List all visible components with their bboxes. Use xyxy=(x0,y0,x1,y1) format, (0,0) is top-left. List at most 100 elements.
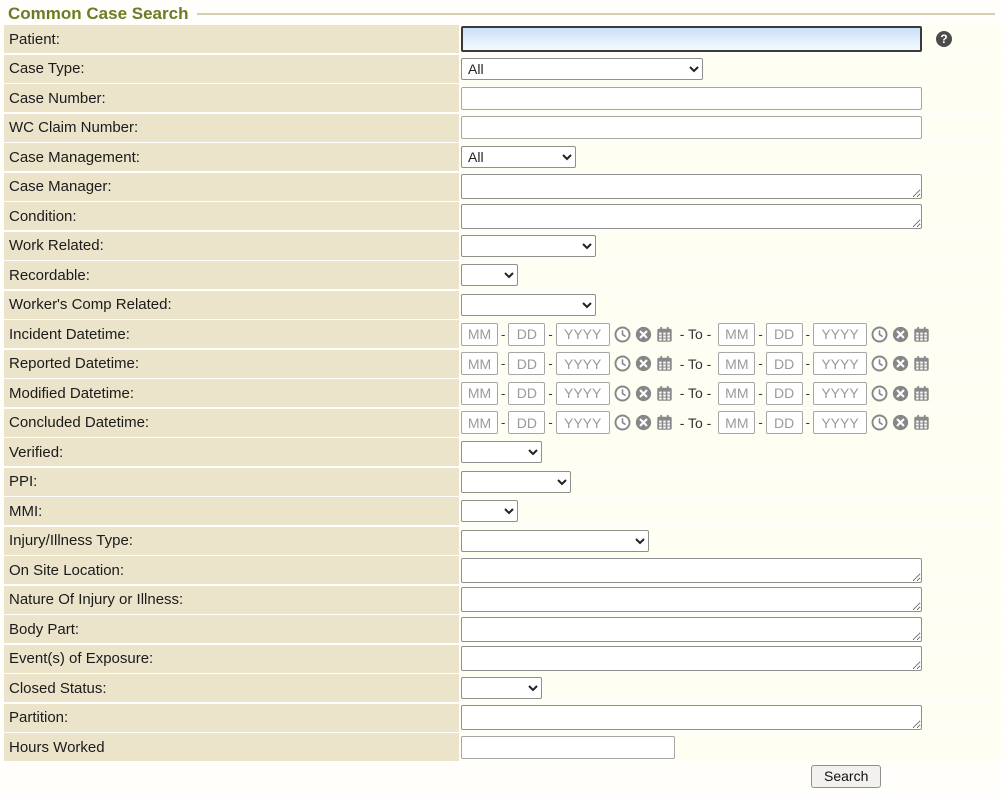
clear-icon[interactable] xyxy=(892,326,909,343)
nature-of-injury-textarea[interactable] xyxy=(461,587,922,612)
field-cell: - - - To - - - xyxy=(461,350,1001,378)
year-input[interactable] xyxy=(813,323,867,346)
field-label: Verified: xyxy=(4,438,459,466)
month-input[interactable] xyxy=(461,323,498,346)
clear-icon[interactable] xyxy=(635,326,652,343)
field-label: Recordable: xyxy=(4,261,459,289)
day-input[interactable] xyxy=(508,323,545,346)
clock-icon[interactable] xyxy=(871,355,888,372)
form-row-recordable: Recordable: xyxy=(4,261,1001,289)
field-label: Hours Worked xyxy=(4,733,459,761)
month-input[interactable] xyxy=(461,352,498,375)
calendar-icon[interactable] xyxy=(913,355,930,372)
incident-datetime-to: - - xyxy=(718,323,930,346)
year-input[interactable] xyxy=(556,382,610,405)
calendar-icon[interactable] xyxy=(656,414,673,431)
calendar-icon[interactable] xyxy=(913,326,930,343)
field-label: Closed Status: xyxy=(4,674,459,702)
field-label: Condition: xyxy=(4,202,459,230)
field-cell xyxy=(461,645,1001,673)
case-number-input[interactable] xyxy=(461,87,922,110)
partition-textarea[interactable] xyxy=(461,705,922,730)
condition-textarea[interactable] xyxy=(461,204,922,229)
concluded-datetime-from: - - xyxy=(461,411,673,434)
recordable-select[interactable] xyxy=(461,264,518,286)
day-input[interactable] xyxy=(766,352,803,375)
year-input[interactable] xyxy=(556,352,610,375)
month-input[interactable] xyxy=(718,352,755,375)
events-of-exposure-textarea[interactable] xyxy=(461,646,922,671)
year-input[interactable] xyxy=(813,352,867,375)
field-cell xyxy=(461,173,1001,201)
calendar-icon[interactable] xyxy=(656,355,673,372)
field-label: Injury/Illness Type: xyxy=(4,527,459,555)
clock-icon[interactable] xyxy=(871,385,888,402)
patient-input[interactable] xyxy=(461,26,922,52)
clear-icon[interactable] xyxy=(635,414,652,431)
year-input[interactable] xyxy=(556,323,610,346)
form-row-modified-datetime: Modified Datetime: - - - To - - - xyxy=(4,379,1001,407)
day-input[interactable] xyxy=(508,382,545,405)
month-input[interactable] xyxy=(718,411,755,434)
page-title: Common Case Search xyxy=(8,4,188,24)
field-label: Concluded Datetime: xyxy=(4,409,459,437)
field-label: Body Part: xyxy=(4,615,459,643)
case-management-select[interactable]: All xyxy=(461,146,576,168)
month-input[interactable] xyxy=(718,323,755,346)
month-input[interactable] xyxy=(718,382,755,405)
body-part-textarea[interactable] xyxy=(461,617,922,642)
day-input[interactable] xyxy=(766,411,803,434)
clock-icon[interactable] xyxy=(614,385,631,402)
year-input[interactable] xyxy=(556,411,610,434)
verified-select[interactable] xyxy=(461,441,542,463)
field-label: WC Claim Number: xyxy=(4,114,459,142)
section-header: Common Case Search xyxy=(0,0,1001,25)
clear-icon[interactable] xyxy=(635,385,652,402)
field-label: On Site Location: xyxy=(4,556,459,584)
workers-comp-related-select[interactable] xyxy=(461,294,596,316)
calendar-icon[interactable] xyxy=(913,414,930,431)
calendar-icon[interactable] xyxy=(656,385,673,402)
clear-icon[interactable] xyxy=(635,355,652,372)
injury-illness-type-select[interactable] xyxy=(461,530,649,552)
day-input[interactable] xyxy=(508,411,545,434)
work-related-select[interactable] xyxy=(461,235,596,257)
form-row-partition: Partition: xyxy=(4,704,1001,732)
date-dash: - xyxy=(758,415,762,430)
case-type-select[interactable]: All xyxy=(461,58,703,80)
clear-icon[interactable] xyxy=(892,355,909,372)
day-input[interactable] xyxy=(766,382,803,405)
calendar-icon[interactable] xyxy=(913,385,930,402)
field-cell xyxy=(461,556,1001,584)
day-input[interactable] xyxy=(508,352,545,375)
on-site-location-textarea[interactable] xyxy=(461,558,922,583)
day-input[interactable] xyxy=(766,323,803,346)
hours-worked-input[interactable] xyxy=(461,736,675,759)
field-label: PPI: xyxy=(4,468,459,496)
wc-claim-number-input[interactable] xyxy=(461,116,922,139)
clock-icon[interactable] xyxy=(871,326,888,343)
year-input[interactable] xyxy=(813,411,867,434)
search-button[interactable]: Search xyxy=(811,765,881,788)
year-input[interactable] xyxy=(813,382,867,405)
clear-icon[interactable] xyxy=(892,385,909,402)
case-manager-textarea[interactable] xyxy=(461,174,922,199)
help-icon[interactable]: ? xyxy=(936,31,952,47)
field-cell xyxy=(461,733,1001,761)
clock-icon[interactable] xyxy=(871,414,888,431)
calendar-icon[interactable] xyxy=(656,326,673,343)
ppi-select[interactable] xyxy=(461,471,571,493)
clock-icon[interactable] xyxy=(614,414,631,431)
clear-icon[interactable] xyxy=(892,414,909,431)
clock-icon[interactable] xyxy=(614,355,631,372)
date-dash: - xyxy=(501,356,505,371)
field-cell xyxy=(461,615,1001,643)
actions-cell: Search xyxy=(461,763,1001,791)
month-input[interactable] xyxy=(461,382,498,405)
form-row-events-of-exposure: Event(s) of Exposure: xyxy=(4,645,1001,673)
form-row-incident-datetime: Incident Datetime: - - - To - - - xyxy=(4,320,1001,348)
mmi-select[interactable] xyxy=(461,500,518,522)
month-input[interactable] xyxy=(461,411,498,434)
closed-status-select[interactable] xyxy=(461,677,542,699)
clock-icon[interactable] xyxy=(614,326,631,343)
